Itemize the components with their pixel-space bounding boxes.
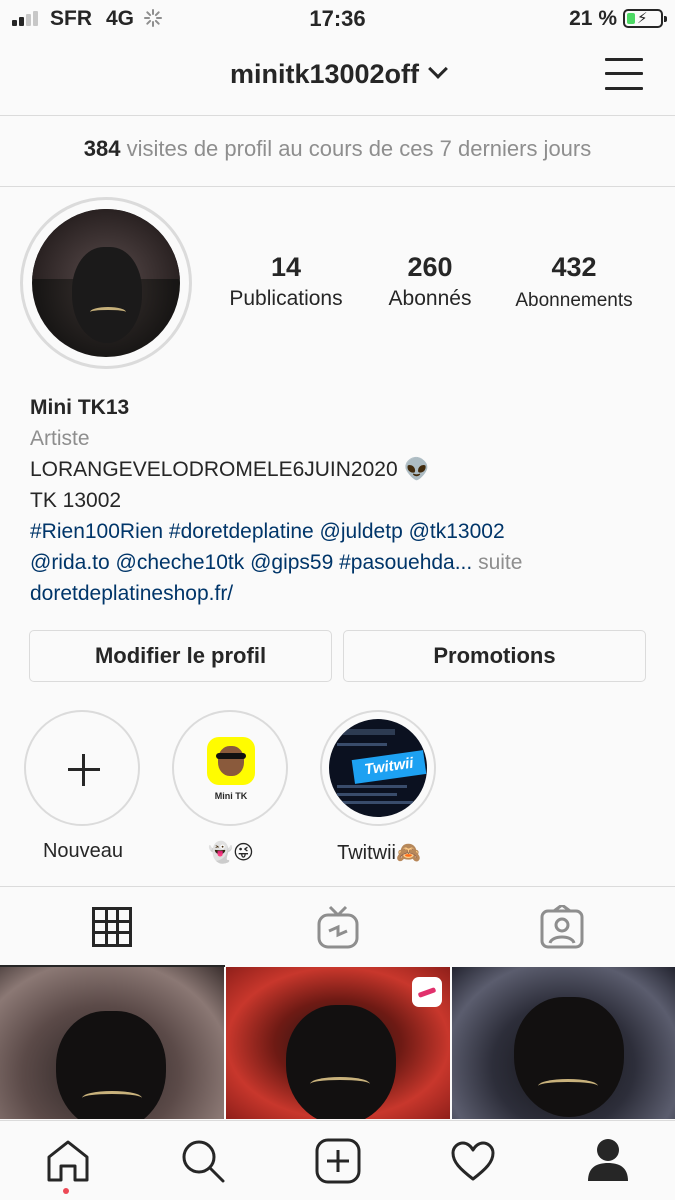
stat-value: 432 — [551, 252, 597, 282]
highlight-new[interactable]: Nouveau — [24, 710, 142, 863]
search-icon — [182, 1140, 225, 1183]
username-label: minitk13002off — [229, 59, 420, 89]
bio-line: LORANGEVELODROMELE6JUIN2020 👽 — [30, 458, 430, 481]
nav-home[interactable] — [0, 1121, 135, 1200]
profile-tabs — [0, 886, 675, 967]
tab-tagged[interactable] — [450, 887, 675, 967]
nav-new-post[interactable] — [270, 1121, 405, 1200]
highlight-label: 👻😜 — [208, 842, 254, 864]
profile-avatar[interactable] — [20, 197, 192, 369]
thumbnail-badge: Twitwii — [351, 750, 427, 784]
highlight-twitwii[interactable]: Twitwii Twitwii🙈 — [320, 710, 438, 865]
igtv-badge-icon — [412, 977, 442, 1007]
igtv-icon — [317, 905, 359, 949]
nav-search[interactable] — [135, 1121, 270, 1200]
new-post-icon — [315, 1138, 361, 1184]
highlight-snap[interactable]: Mini TK 👻😜 — [172, 710, 290, 865]
highlight-circle: Twitwii — [320, 710, 436, 826]
tab-igtv[interactable] — [225, 887, 450, 967]
post-thumbnail[interactable] — [452, 967, 675, 1119]
profile-icon — [588, 1139, 628, 1181]
thumbnail-caption: Mini TK — [214, 791, 248, 801]
highlight-label: Nouveau — [42, 840, 124, 862]
home-icon — [47, 1140, 89, 1182]
display-name: Mini TK13 — [30, 396, 130, 419]
tagged-icon — [540, 905, 584, 949]
account-switcher[interactable]: minitk13002off — [0, 59, 675, 90]
visits-text: visites de profil au cours de ces 7 dern… — [120, 136, 592, 161]
stat-value: 14 — [270, 252, 302, 282]
bottom-navigation — [0, 1120, 675, 1200]
activity-heart-icon — [451, 1141, 495, 1181]
notification-dot — [63, 1188, 69, 1194]
edit-profile-button[interactable]: Modifier le profil — [29, 630, 332, 682]
promotions-button[interactable]: Promotions — [343, 630, 646, 682]
snapcode-thumbnail: Mini TK — [181, 719, 279, 817]
grid-icon — [92, 907, 132, 947]
profile-header: minitk13002off — [0, 38, 675, 116]
post-thumbnail[interactable] — [0, 967, 224, 1119]
menu-icon[interactable] — [605, 58, 643, 90]
profile-visits-banner[interactable]: 384 visites de profil au cours de ces 7 … — [0, 117, 675, 187]
stat-followers[interactable]: 260 Abonnés — [374, 252, 486, 311]
visits-count: 384 — [83, 136, 121, 161]
highlight-circle — [24, 710, 140, 826]
category-label: Artiste — [30, 427, 90, 450]
tab-grid[interactable] — [0, 887, 225, 967]
bio-more-link[interactable]: suite — [472, 551, 522, 574]
stat-value: 260 — [407, 252, 453, 282]
stat-following[interactable]: 432 Abonnements — [506, 252, 642, 312]
website-link[interactable]: doretdeplatineshop.fr/ — [30, 578, 660, 609]
chevron-down-icon — [428, 59, 448, 79]
nav-profile[interactable] — [540, 1121, 675, 1200]
stat-label: Abonnements — [515, 290, 633, 311]
stat-label: Abonnés — [388, 287, 472, 310]
bio-tags-line[interactable]: @rida.to @cheche10tk @gips59 #pasouehda.… — [30, 551, 472, 574]
battery-icon: ⚡ — [623, 9, 667, 28]
status-bar: SFR 4G 17:36 21 % ⚡ — [0, 0, 675, 38]
battery-percent: 21 % — [569, 7, 617, 30]
bio-line: TK 13002 — [30, 489, 122, 512]
profile-bio: Mini TK13 Artiste LORANGEVELODROMELE6JUI… — [30, 392, 660, 609]
stat-publications[interactable]: 14 Publications — [222, 252, 350, 311]
bio-tags-line[interactable]: #Rien100Rien #doretdeplatine @juldetp @t… — [30, 516, 660, 547]
highlight-label: Twitwii🙈 — [337, 842, 421, 864]
highlight-circle: Mini TK — [172, 710, 288, 826]
avatar-image — [32, 209, 180, 357]
twitter-screenshot-thumbnail: Twitwii — [329, 719, 427, 817]
post-thumbnail[interactable] — [226, 967, 450, 1119]
stat-label: Publications — [229, 287, 343, 310]
nav-activity[interactable] — [405, 1121, 540, 1200]
